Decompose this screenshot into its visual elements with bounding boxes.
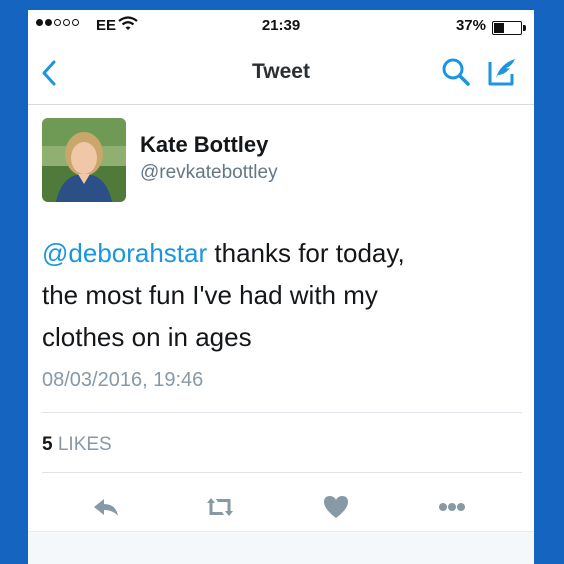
divider: [42, 472, 522, 473]
tweet-text: @deborahstar thanks for today, the most …: [42, 232, 522, 358]
tweet-timestamp: 08/03/2016, 19:46: [42, 369, 204, 391]
compose-icon[interactable]: [486, 56, 518, 88]
tweet-text-line3: clothes on in ages: [42, 322, 252, 352]
heart-icon[interactable]: [316, 489, 356, 525]
likes-count[interactable]: 5 LIKES: [42, 434, 112, 456]
tweet-text-line1: thanks for today,: [207, 238, 405, 268]
retweet-icon[interactable]: [200, 489, 240, 525]
reply-icon[interactable]: [86, 489, 126, 525]
likes-label: LIKES: [57, 434, 112, 455]
battery-icon: [492, 21, 526, 35]
tweet-actions: [28, 485, 534, 535]
mention-link[interactable]: @deborahstar: [42, 238, 207, 268]
reply-footer[interactable]: [28, 531, 534, 564]
search-icon[interactable]: [440, 56, 472, 88]
battery-percent: 37%: [455, 17, 486, 34]
phone-screen: EE 21:39 37% Tweet Kate Bottley @revkate…: [28, 10, 534, 564]
status-bar: EE 21:39 37%: [28, 10, 534, 42]
tweet-text-line2: the most fun I've had with my: [42, 280, 378, 310]
divider: [42, 412, 522, 413]
more-icon[interactable]: [432, 489, 472, 525]
author-avatar[interactable]: [42, 118, 126, 202]
navigation-bar: Tweet: [28, 42, 534, 105]
author-handle[interactable]: @revkatebottley: [140, 162, 278, 184]
likes-number: 5: [42, 434, 53, 455]
author-name[interactable]: Kate Bottley: [140, 132, 268, 158]
